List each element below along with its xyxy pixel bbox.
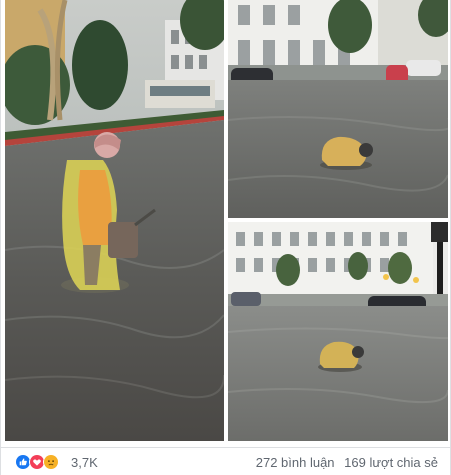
post-stats: 272 bình luận 169 lượt chia sẻ [250,455,438,470]
sad-icon [43,454,59,470]
facebook-post: 3,7K 272 bình luận 169 lượt chia sẻ [0,0,451,475]
post-photo-left[interactable] [5,0,224,441]
post-photo-top-right[interactable] [228,0,448,218]
post-photo-bottom-right[interactable] [228,222,448,441]
photo-worker-crouching [228,0,448,218]
post-footer: 3,7K 272 bình luận 169 lượt chia sẻ [1,447,451,475]
share-count[interactable]: 169 lượt chia sẻ [344,455,438,470]
photo-flooded-street-worker [5,0,224,441]
reaction-icons[interactable] [15,454,59,470]
reaction-count[interactable]: 3,7K [71,455,98,470]
comment-count[interactable]: 272 bình luận [256,455,335,470]
photo-worker-wide-street [228,222,448,441]
